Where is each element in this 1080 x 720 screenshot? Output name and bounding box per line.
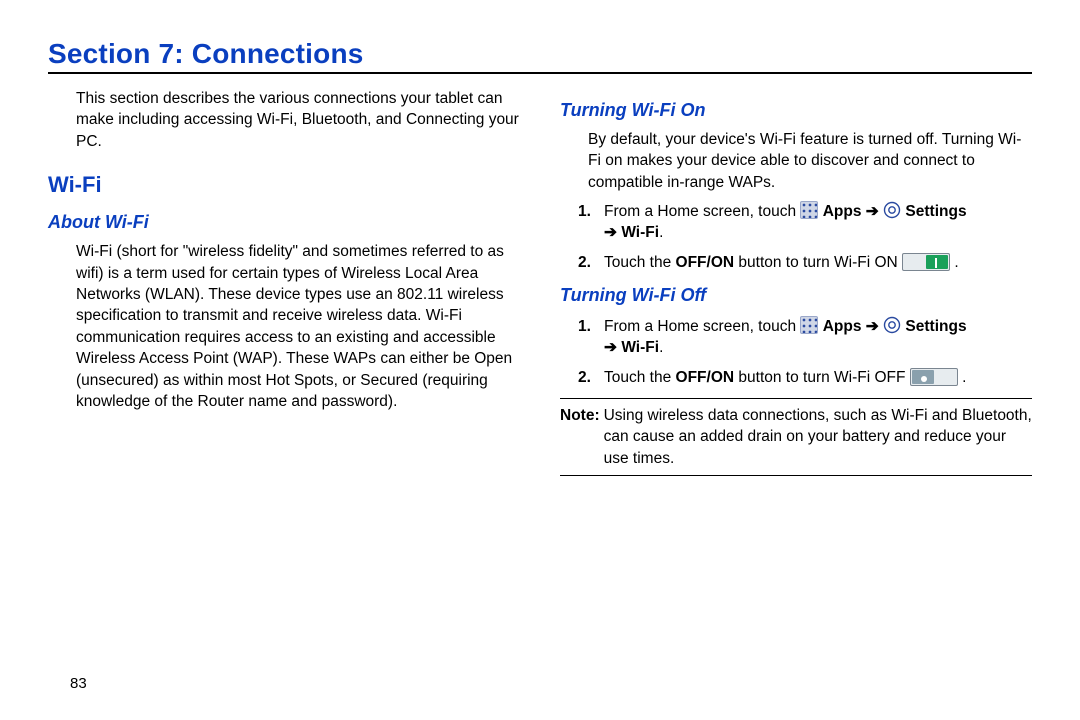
step-text: button to turn Wi-Fi OFF: [734, 369, 910, 386]
settings-icon: [883, 201, 901, 219]
right-column: Turning Wi-Fi On By default, your device…: [560, 88, 1032, 482]
apps-label: Apps: [823, 318, 866, 335]
wifi-off-steps: 1. From a Home screen, touch Apps ➔ Sett…: [578, 316, 1032, 388]
off-on-label: OFF/ON: [676, 369, 735, 386]
about-wifi-body: Wi-Fi (short for "wireless fidelity" and…: [76, 241, 520, 412]
apps-icon: [800, 201, 818, 219]
step-number: 2.: [578, 367, 591, 388]
wifi-label: Wi-Fi: [621, 339, 659, 356]
note-block: Note: Using wireless data connections, s…: [560, 398, 1032, 476]
list-item: 1. From a Home screen, touch Apps ➔ Sett…: [578, 316, 1032, 359]
arrow-icon: ➔: [866, 203, 879, 220]
list-item: 2. Touch the OFF/ON button to turn Wi-Fi…: [578, 367, 1032, 388]
wifi-on-intro: By default, your device's Wi-Fi feature …: [588, 129, 1032, 193]
note-label: Note:: [560, 405, 604, 469]
heading-about-wifi: About Wi-Fi: [48, 210, 520, 235]
toggle-on-icon: [902, 253, 950, 271]
wifi-on-steps: 1. From a Home screen, touch Apps ➔ Sett…: [578, 201, 1032, 273]
arrow-icon: ➔: [604, 224, 617, 241]
step-number: 1.: [578, 201, 591, 222]
arrow-icon: ➔: [604, 339, 617, 356]
section-title: Section 7: Connections: [48, 38, 1032, 70]
off-on-label: OFF/ON: [676, 254, 735, 271]
period: .: [962, 369, 966, 386]
toggle-off-icon: [910, 368, 958, 386]
apps-icon: [800, 316, 818, 334]
period: .: [954, 254, 958, 271]
list-item: 2. Touch the OFF/ON button to turn Wi-Fi…: [578, 252, 1032, 273]
step-text: From a Home screen, touch: [604, 203, 800, 220]
page-number: 83: [70, 675, 87, 692]
step-number: 1.: [578, 316, 591, 337]
settings-icon: [883, 316, 901, 334]
heading-turning-wifi-on: Turning Wi-Fi On: [560, 98, 1032, 123]
left-column: This section describes the various conne…: [48, 88, 520, 482]
title-rule: [48, 72, 1032, 74]
step-text: From a Home screen, touch: [604, 318, 800, 335]
list-item: 1. From a Home screen, touch Apps ➔ Sett…: [578, 201, 1032, 244]
period: .: [659, 224, 663, 241]
settings-label: Settings: [905, 318, 966, 335]
settings-label: Settings: [905, 203, 966, 220]
note-rule-top: [560, 398, 1032, 399]
columns: This section describes the various conne…: [48, 88, 1032, 482]
heading-turning-wifi-off: Turning Wi-Fi Off: [560, 283, 1032, 308]
arrow-icon: ➔: [866, 318, 879, 335]
wifi-label: Wi-Fi: [621, 224, 659, 241]
note-rule-bottom: [560, 475, 1032, 476]
heading-wifi: Wi-Fi: [48, 170, 520, 200]
intro-paragraph: This section describes the various conne…: [76, 88, 520, 152]
step-text: Touch the: [604, 254, 676, 271]
period: .: [659, 339, 663, 356]
apps-label: Apps: [823, 203, 866, 220]
step-text: button to turn Wi-Fi ON: [734, 254, 902, 271]
step-number: 2.: [578, 252, 591, 273]
note-text: Using wireless data connections, such as…: [604, 405, 1032, 469]
step-text: Touch the: [604, 369, 676, 386]
